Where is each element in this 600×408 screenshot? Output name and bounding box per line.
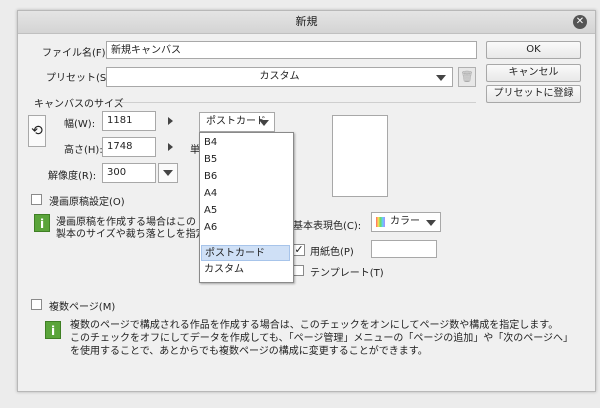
- color-mode-label: 基本表現色(C):: [293, 221, 362, 232]
- dropdown-option-postcard[interactable]: ポストカード: [201, 245, 290, 261]
- resolution-label: 解像度(R):: [48, 171, 97, 182]
- paper-size-dropdown-list: B4 B5 B6 A4 A5 A6 ポストカード カスタム: [199, 132, 294, 283]
- info-icon: i: [45, 321, 61, 339]
- manga-checkbox[interactable]: [31, 194, 42, 205]
- paper-color-swatch[interactable]: [371, 240, 437, 258]
- canvas-preview: [332, 115, 388, 197]
- dropdown-option-a5[interactable]: A5: [201, 203, 290, 219]
- paper-color-label: 用紙色(P): [310, 247, 354, 258]
- manga-checkbox-label: 漫画原稿設定(O): [49, 197, 125, 208]
- dropdown-option-b6[interactable]: B6: [201, 169, 290, 185]
- canvas-size-group-label: キャンバスのサイズ: [34, 99, 124, 110]
- resolution-dropdown-button[interactable]: [158, 163, 178, 183]
- register-preset-button[interactable]: プリセットに登録: [486, 85, 581, 103]
- chevron-down-icon: [426, 220, 436, 226]
- height-arrow-icon[interactable]: [168, 143, 173, 151]
- group-divider: [116, 102, 476, 103]
- height-input[interactable]: 1748: [102, 137, 156, 157]
- chevron-down-icon: [259, 120, 269, 126]
- cancel-button[interactable]: キャンセル: [486, 64, 581, 82]
- color-mode-value: カラー: [390, 216, 420, 227]
- chevron-down-icon: [163, 170, 173, 176]
- color-mode-select[interactable]: カラー: [371, 212, 441, 232]
- preset-label: プリセット(S):: [46, 73, 114, 84]
- dialog-title: 新規: [295, 15, 318, 28]
- template-checkbox[interactable]: [293, 265, 304, 276]
- trash-icon[interactable]: 🗑: [458, 67, 476, 87]
- resolution-input[interactable]: 300: [102, 163, 156, 183]
- template-label: テンプレート(T): [310, 268, 384, 279]
- width-input[interactable]: 1181: [102, 111, 156, 131]
- multipage-info-line3: を使用することで、あとからでも複数ページの構成に変更することができます。: [70, 346, 428, 357]
- multipage-checkbox-label: 複数ページ(M): [49, 302, 116, 313]
- manga-info-line2: 製本のサイズや裁ち落としを指定: [56, 229, 206, 240]
- file-name-input[interactable]: 新規キャンバス: [106, 41, 477, 59]
- dialog-titlebar: 新規: [18, 11, 595, 34]
- chevron-down-icon: [436, 75, 446, 81]
- width-arrow-icon[interactable]: [168, 117, 173, 125]
- info-icon: i: [34, 214, 50, 232]
- swap-orientation-icon[interactable]: ⟲: [28, 115, 46, 147]
- preset-value: カスタム: [259, 71, 300, 82]
- ok-button[interactable]: OK: [486, 41, 581, 59]
- preset-select[interactable]: カスタム: [106, 67, 453, 87]
- close-icon[interactable]: ✕: [573, 15, 587, 29]
- paper-size-select[interactable]: ポストカード: [199, 112, 275, 132]
- multipage-checkbox[interactable]: [31, 299, 42, 310]
- new-canvas-dialog: 新規 ✕ ファイル名(F): 新規キャンバス プリセット(S): カスタム 🗑 …: [17, 10, 596, 392]
- paper-color-checkbox[interactable]: ✓: [293, 244, 305, 256]
- file-name-label: ファイル名(F):: [42, 48, 109, 59]
- dropdown-option-custom[interactable]: カスタム: [201, 262, 290, 278]
- dropdown-option-a4[interactable]: A4: [201, 186, 290, 202]
- dropdown-option-a6[interactable]: A6: [201, 220, 290, 236]
- width-label: 幅(W):: [64, 119, 96, 130]
- paper-size-value: ポストカード: [206, 116, 266, 127]
- dropdown-option-b4[interactable]: B4: [201, 135, 290, 151]
- dropdown-option-b5[interactable]: B5: [201, 152, 290, 168]
- height-label: 高さ(H):: [64, 145, 103, 156]
- color-swatch-icon: [376, 217, 385, 227]
